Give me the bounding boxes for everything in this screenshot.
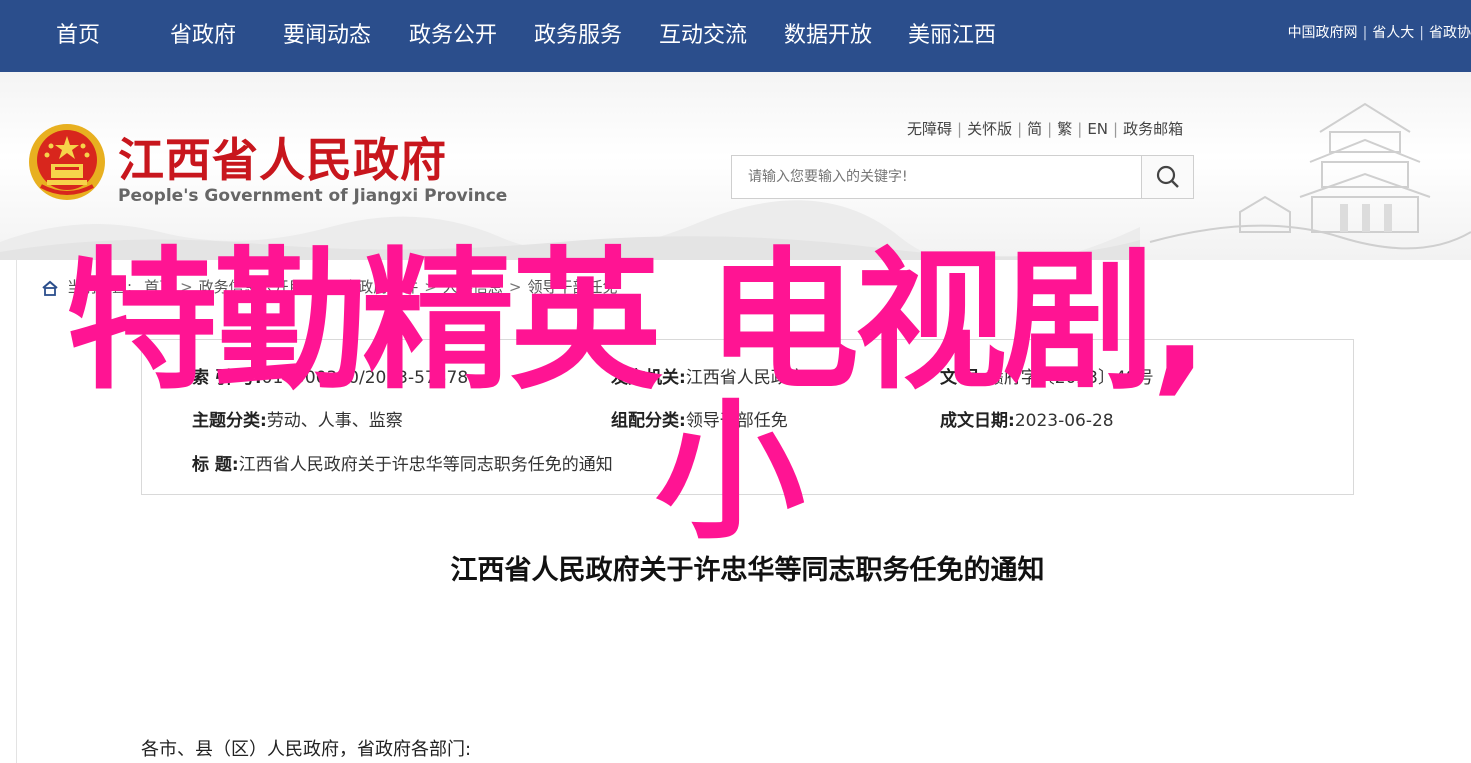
breadcrumb-personnel[interactable]: 人事信息	[443, 278, 503, 296]
link-simplified[interactable]: 简	[1027, 120, 1042, 138]
link-provincial-congress[interactable]: 省人大	[1372, 25, 1414, 41]
organization-category-value: 领导干部任免	[685, 411, 788, 431]
home-icon	[42, 280, 58, 296]
pagoda-illustration	[1149, 102, 1471, 250]
issuing-authority: 发文机关:江西省人民政府	[611, 363, 805, 388]
index-number: 索 引 号:014500310/2023-57378	[192, 363, 468, 388]
link-traditional[interactable]: 繁	[1057, 120, 1072, 138]
organization-category-label: 组配分类:	[611, 411, 686, 431]
written-date-label: 成文日期:	[940, 411, 1015, 431]
written-date-value: 2023-06-28	[1014, 411, 1114, 431]
link-china-gov[interactable]: 中国政府网	[1288, 25, 1358, 41]
site-title: 江西省人民政府	[118, 133, 447, 187]
organization-category: 组配分类:领导干部任免	[611, 406, 788, 431]
nav-interaction[interactable]: 互动交流	[659, 0, 747, 72]
document-number-label: 文 号:	[940, 368, 987, 388]
search-input[interactable]	[732, 156, 1142, 198]
site-header: 江西省人民政府 People's Government of Jiangxi P…	[0, 72, 1471, 260]
breadcrumb-catalog[interactable]: 政务信息公开目录	[199, 278, 319, 296]
topic-category: 主题分类:劳动、人事、监察	[192, 406, 403, 431]
top-navigation-bar: 首页 省政府 要闻动态 政务公开 政务服务 互动交流 数据开放 美丽江西 中国政…	[0, 0, 1471, 72]
link-accessibility[interactable]: 无障碍	[907, 120, 952, 138]
content-area	[16, 260, 1471, 763]
site-subtitle: People's Government of Jiangxi Province	[118, 186, 508, 206]
link-english[interactable]: EN	[1087, 120, 1108, 138]
breadcrumb-appointments[interactable]: 领导干部任免	[527, 278, 617, 296]
nav-news[interactable]: 要闻动态	[283, 0, 371, 72]
top-right-links: 中国政府网 | 省人大 | 省政协	[1287, 25, 1471, 41]
nav-open-data[interactable]: 数据开放	[784, 0, 872, 72]
nav-government-services[interactable]: 政务服务	[534, 0, 622, 72]
written-date: 成文日期:2023-06-28	[940, 406, 1114, 431]
breadcrumb-gov-docs[interactable]: 省政府文件	[343, 278, 418, 296]
topic-category-label: 主题分类:	[192, 411, 267, 431]
nav-provincial-government[interactable]: 省政府	[170, 0, 236, 72]
breadcrumb-label: 当前位置:	[67, 278, 133, 296]
document-number: 文 号:赣府字〔2023〕48号	[940, 363, 1154, 388]
document-title-label: 标 题:	[192, 455, 239, 475]
document-title-value: 江西省人民政府关于许忠华等同志职务任免的通知	[238, 455, 613, 475]
link-care-mode[interactable]: 关怀版	[967, 120, 1012, 138]
nav-government-affairs-open[interactable]: 政务公开	[409, 0, 497, 72]
issuing-authority-label: 发文机关:	[611, 368, 686, 388]
article-title: 江西省人民政府关于许忠华等同志职务任免的通知	[450, 555, 1045, 586]
topic-category-value: 劳动、人事、监察	[266, 411, 403, 431]
breadcrumb: 当前位置: 首页 > 政务信息公开目录 > 省政府文件 > 人事信息 > 领导干部任免	[41, 276, 617, 297]
breadcrumb-home[interactable]: 首页	[144, 278, 174, 296]
link-cppcc[interactable]: 省政协	[1429, 25, 1471, 41]
search-box	[731, 155, 1194, 199]
document-number-value: 赣府字〔2023〕48号	[986, 368, 1154, 388]
issuing-authority-value: 江西省人民政府	[685, 368, 805, 388]
nav-home[interactable]: 首页	[56, 0, 100, 72]
article-greeting: 各市、县（区）人民政府，省政府各部门:	[141, 739, 472, 760]
index-number-value: 014500310/2023-57378	[261, 368, 469, 388]
national-emblem-icon	[29, 124, 105, 200]
document-title-row: 标 题:江西省人民政府关于许忠华等同志职务任免的通知	[192, 450, 613, 475]
nav-beautiful-jiangxi[interactable]: 美丽江西	[908, 0, 996, 72]
index-number-label: 索 引 号:	[192, 368, 262, 388]
